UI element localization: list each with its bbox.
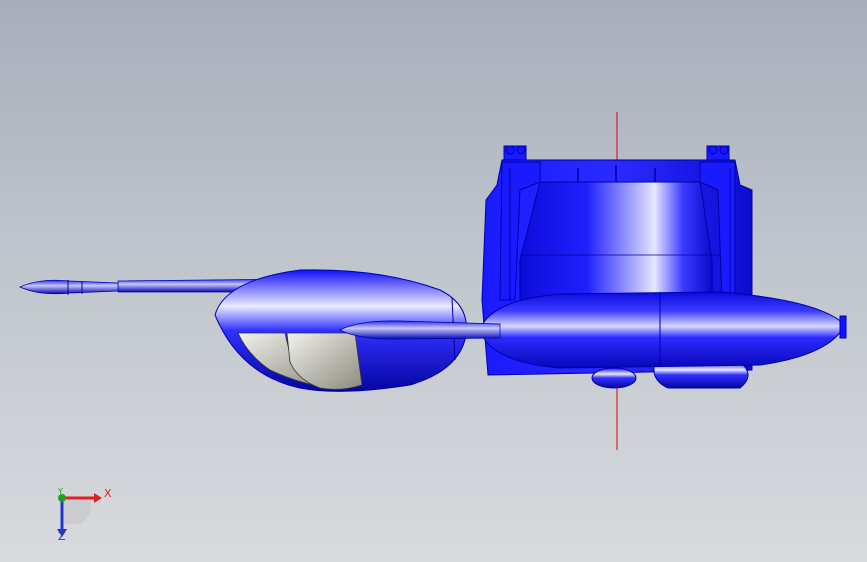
main-fuselage xyxy=(479,291,846,369)
lower-pod-left xyxy=(591,367,637,389)
y-axis-label: Y xyxy=(58,487,63,496)
nose-probe xyxy=(19,279,119,295)
graphics-viewport[interactable]: X Y Z xyxy=(0,0,867,562)
left-bracket xyxy=(503,145,527,161)
z-axis-label: Z xyxy=(58,530,66,543)
right-bracket xyxy=(706,145,730,161)
connector-rod xyxy=(339,320,501,340)
3d-model-view[interactable] xyxy=(0,0,867,562)
x-axis-label: X xyxy=(104,487,112,500)
